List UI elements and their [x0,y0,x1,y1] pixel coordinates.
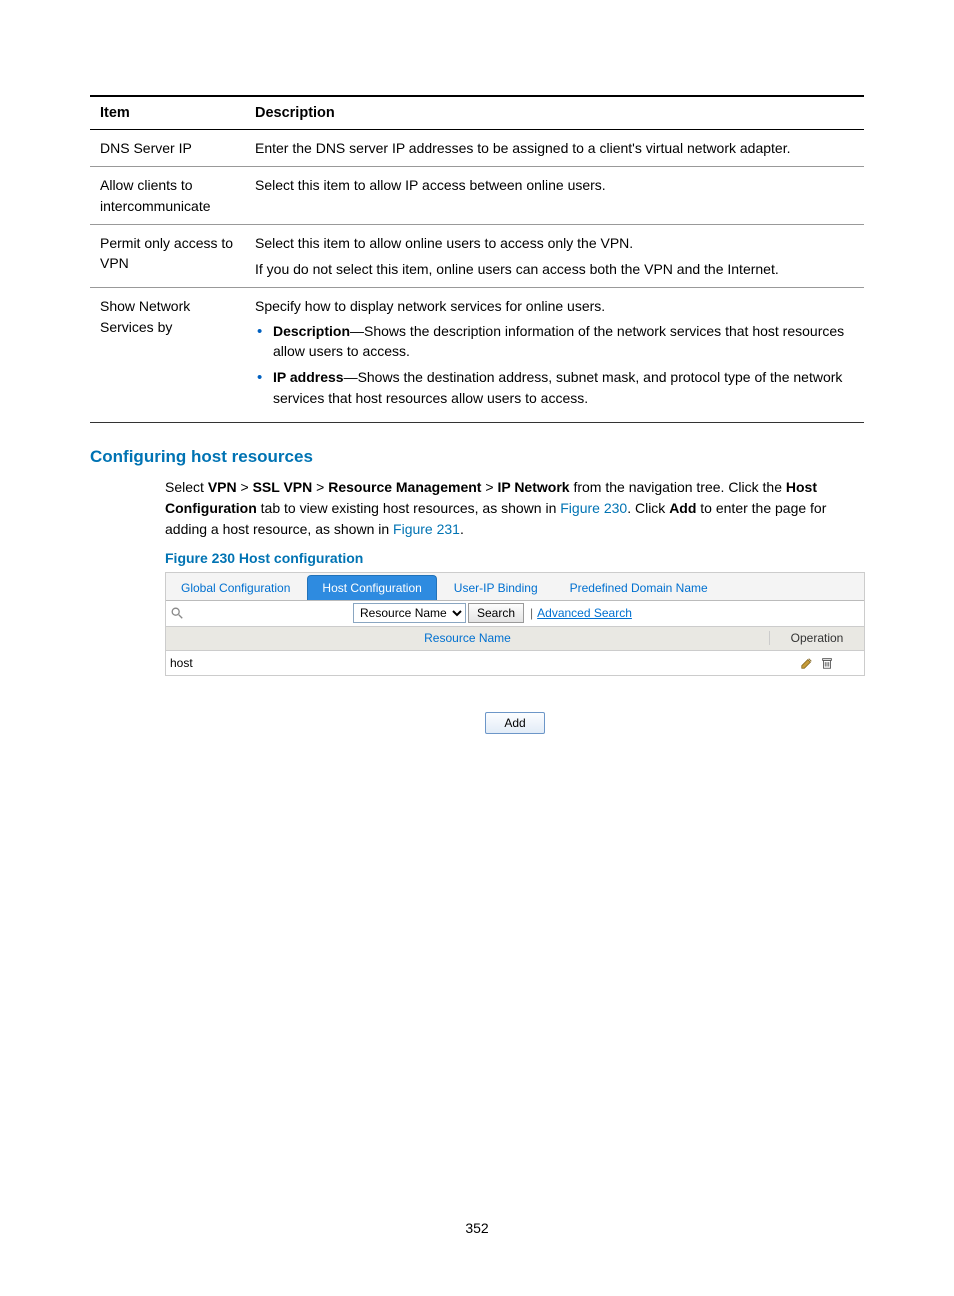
para-bold: Add [669,500,696,516]
para-text: > [312,479,328,495]
table-row: Permit only access to VPN Select this it… [90,224,864,288]
search-row: Resource Name Search | Advanced Search [166,601,864,627]
edit-icon[interactable] [800,656,814,670]
bullet-item: Description—Shows the description inform… [255,321,854,362]
table-row: Allow clients to intercommunicate Select… [90,167,864,225]
separator: | [530,606,533,620]
cell-desc: Enter the DNS server IP addresses to be … [245,130,864,167]
grid-header: Resource Name Operation [166,627,864,651]
desc-intro: Specify how to display network services … [255,296,854,316]
bullet-rest: —Shows the destination address, subnet m… [273,369,842,405]
bullet-bold: Description [273,323,350,339]
cell-item: Allow clients to intercommunicate [90,167,245,225]
figure-link[interactable]: Figure 230 [560,500,627,516]
tab-host-configuration[interactable]: Host Configuration [307,575,436,600]
para-text: > [237,479,253,495]
cell-resource-name: host [166,656,769,670]
search-input[interactable] [188,603,353,623]
add-button-block: Add [165,712,865,734]
figure-caption: Figure 230 Host configuration [165,550,864,566]
cell-item: DNS Server IP [90,130,245,167]
para-bold: VPN [208,479,237,495]
section-heading: Configuring host resources [90,447,864,467]
cell-desc: Specify how to display network services … [245,288,864,422]
add-button[interactable]: Add [485,712,544,734]
cell-item: Permit only access to VPN [90,224,245,288]
th-item: Item [90,96,245,130]
advanced-search-link[interactable]: Advanced Search [537,606,632,620]
tab-user-ip-binding[interactable]: User-IP Binding [439,575,553,600]
table-row: Show Network Services by Specify how to … [90,288,864,422]
host-configuration-screenshot: Global Configuration Host Configuration … [165,572,865,676]
cell-desc: Select this item to allow online users t… [245,224,864,288]
column-header-operation: Operation [769,631,864,645]
para-text: Select [165,479,208,495]
tab-global-configuration[interactable]: Global Configuration [166,575,305,600]
page-number: 352 [0,1220,954,1236]
search-button[interactable]: Search [468,603,524,623]
figure-link[interactable]: Figure 231 [393,521,460,537]
para-bold: SSL VPN [253,479,313,495]
cell-item: Show Network Services by [90,288,245,422]
bullet-rest: —Shows the description information of th… [273,323,844,359]
tabs-row: Global Configuration Host Configuration … [166,573,864,601]
desc-line: Select this item to allow online users t… [255,233,854,253]
body-paragraph: Select VPN > SSL VPN > Resource Manageme… [165,477,864,540]
cell-desc: Select this item to allow IP access betw… [245,167,864,225]
para-text: tab to view existing host resources, as … [257,500,560,516]
para-text: > [481,479,497,495]
search-icon [170,606,184,620]
cell-operation [769,656,864,670]
tab-predefined-domain-name[interactable]: Predefined Domain Name [555,575,723,600]
para-bold: Resource Management [328,479,481,495]
trash-icon[interactable] [820,656,834,670]
bullet-bold: IP address [273,369,344,385]
config-items-table: Item Description DNS Server IP Enter the… [90,95,864,423]
search-field-dropdown[interactable]: Resource Name [353,603,466,623]
grid-row: host [166,651,864,675]
para-text: . Click [627,500,669,516]
para-bold: IP Network [497,479,569,495]
table-row: DNS Server IP Enter the DNS server IP ad… [90,130,864,167]
column-header-resource-name[interactable]: Resource Name [166,631,769,645]
para-text: . [460,521,464,537]
bullet-item: IP address—Shows the destination address… [255,367,854,408]
th-description: Description [245,96,864,130]
para-text: from the navigation tree. Click the [570,479,786,495]
desc-line: If you do not select this item, online u… [255,259,854,279]
